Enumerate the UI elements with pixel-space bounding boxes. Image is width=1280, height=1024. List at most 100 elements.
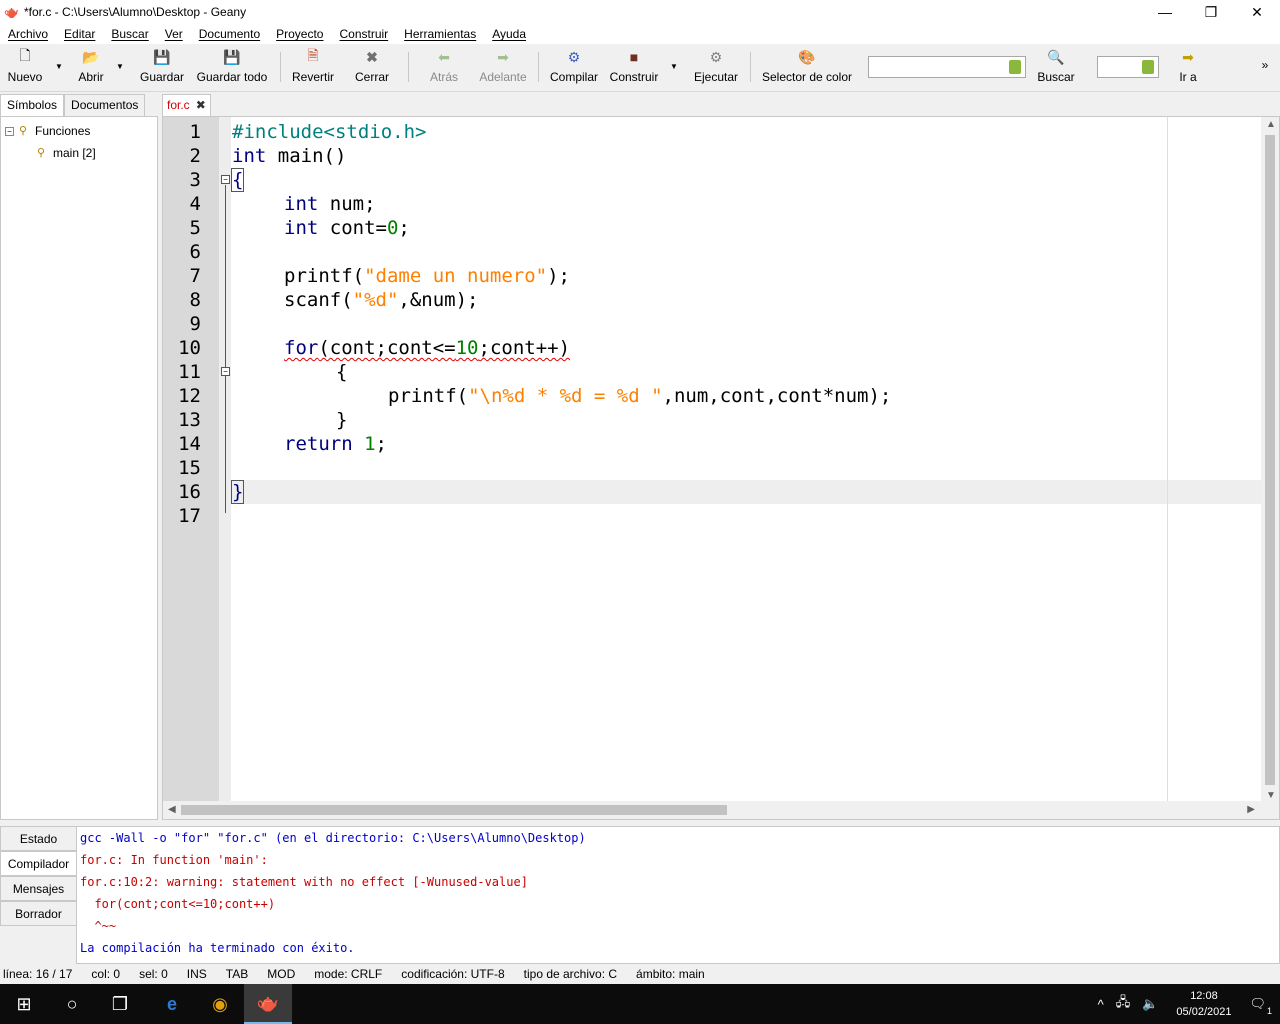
code-line: printf("\n%d * %d = %d ",num,cont,cont*n… <box>388 384 891 408</box>
minimize-button[interactable]: — <box>1142 0 1188 24</box>
build-button[interactable]: ■ Construir <box>606 48 662 88</box>
save-icon: 💾 <box>153 48 171 65</box>
revert-icon: 🗎 <box>307 47 319 63</box>
open-dropdown-arrow-icon[interactable]: ▼ <box>116 62 124 71</box>
tree-group-funciones[interactable]: − ⚲ Funciones <box>5 121 90 141</box>
tab-simbolos[interactable]: Símbolos <box>0 94 65 116</box>
code-editor[interactable]: 1 2 3 4 5 6 7 8 9 10 11 12 13 14 15 16 1… <box>162 116 1280 820</box>
menu-documento[interactable]: Documento <box>191 27 268 41</box>
geany-taskbar-icon[interactable]: 🫖 <box>244 984 292 1024</box>
clear-goto-icon[interactable] <box>1142 60 1154 74</box>
scroll-down-icon[interactable]: ▼ <box>1266 790 1276 801</box>
arrow-right-icon: ➡ <box>497 48 509 65</box>
build-dropdown-arrow-icon[interactable]: ▼ <box>670 62 678 71</box>
goto-button[interactable]: ➡ Ir a <box>1172 48 1204 88</box>
tab-mensajes[interactable]: Mensajes <box>0 876 76 901</box>
open-button[interactable]: 📂 Abrir <box>74 48 108 88</box>
forward-button[interactable]: ➡ Adelante <box>476 48 530 88</box>
back-button[interactable]: ⬅ Atrás <box>424 48 464 88</box>
horizontal-scroll-thumb[interactable] <box>181 805 727 815</box>
fold-margin: − − <box>219 117 231 803</box>
compiler-output-line[interactable]: for(cont;cont<=10;cont++) <box>80 893 275 915</box>
line-number: 12 <box>178 385 201 407</box>
code-line: int cont=0; <box>284 216 410 240</box>
menu-proyecto[interactable]: Proyecto <box>268 27 331 41</box>
line-number: 8 <box>189 289 201 311</box>
volume-icon[interactable]: 🔈 <box>1142 996 1158 1012</box>
save-button[interactable]: 💾 Guardar <box>138 48 186 88</box>
compiler-output-line[interactable]: ^~~ <box>80 915 116 937</box>
menu-herramientas[interactable]: Herramientas <box>396 27 484 41</box>
maximize-button[interactable]: ❐ <box>1188 0 1234 24</box>
search-circle-icon[interactable]: ○ <box>48 984 96 1024</box>
menu-ver[interactable]: Ver <box>157 27 191 41</box>
document-tab[interactable]: for.c ✖ <box>162 94 211 116</box>
vertical-scroll-thumb[interactable] <box>1265 135 1275 785</box>
menu-construir[interactable]: Construir <box>331 27 396 41</box>
fold-toggle-icon[interactable]: − <box>221 175 230 184</box>
open-label: Abrir <box>78 70 104 84</box>
build-brick-icon: ■ <box>629 49 639 65</box>
compiler-output-line[interactable]: gcc -Wall -o "for" "for.c" (en el direct… <box>80 827 586 849</box>
edge-browser-icon[interactable]: e <box>148 984 196 1024</box>
color-picker-button[interactable]: 🎨 Selector de color <box>760 48 854 88</box>
code-line: } <box>336 408 347 432</box>
close-window-button[interactable]: ✕ <box>1234 0 1280 24</box>
compiler-output-panel[interactable]: gcc -Wall -o "for" "for.c" (en el direct… <box>76 826 1280 964</box>
code-line: return 1; <box>284 432 387 456</box>
search-input[interactable] <box>868 56 1026 78</box>
revert-button[interactable]: 🗎 Revertir <box>290 47 336 88</box>
code-area[interactable]: #include<stdio.h> int main() { int num; … <box>230 117 1261 803</box>
tree-item-main[interactable]: ⚲ main [2] <box>37 143 96 163</box>
code-token: printf( <box>284 265 365 287</box>
tree-group-label: Funciones <box>35 124 91 138</box>
save-label: Guardar <box>139 70 185 84</box>
tab-estado[interactable]: Estado <box>0 826 76 851</box>
menu-buscar[interactable]: Buscar <box>103 27 156 41</box>
editor-vertical-scrollbar[interactable]: ▲ ▼ <box>1261 117 1279 803</box>
toolbar-separator <box>408 52 409 82</box>
toolbar: 🗋 Nuevo ▼ 📂 Abrir ▼ 💾 Guardar 💾 Guardar … <box>0 44 1280 92</box>
scroll-right-icon[interactable]: ▶ <box>1247 804 1255 815</box>
network-icon[interactable]: 🖧 <box>1116 993 1131 1015</box>
code-token: cont= <box>318 217 387 239</box>
status-filetype: tipo de archivo: C <box>523 967 618 981</box>
keyword-token: int <box>284 193 319 215</box>
notifications-icon[interactable]: 🗨 1 <box>1249 996 1272 1016</box>
tab-borrador[interactable]: Borrador <box>0 901 76 926</box>
compiler-output-line[interactable]: for.c:10:2: warning: statement with no e… <box>80 871 528 893</box>
scroll-up-icon[interactable]: ▲ <box>1266 119 1276 130</box>
execute-button[interactable]: ⚙ Ejecutar <box>692 48 740 88</box>
chrome-browser-icon[interactable]: ◉ <box>196 984 244 1024</box>
status-bar: línea: 16 / 17 col: 0 sel: 0 INS TAB MOD… <box>0 964 1280 984</box>
clear-search-icon[interactable] <box>1009 60 1021 74</box>
menu-editar[interactable]: Editar <box>56 27 103 41</box>
clock[interactable]: 12:08 05/02/2021 <box>1176 988 1231 1020</box>
tree-collapse-icon[interactable]: − <box>5 126 14 136</box>
function-group-icon: ⚲ <box>19 125 28 137</box>
compiler-output-line[interactable]: for.c: In function 'main': <box>80 849 268 871</box>
code-line: int main() <box>232 144 346 168</box>
keyword-token: for <box>284 337 319 359</box>
code-token: ;cont++) <box>478 337 571 359</box>
new-dropdown-arrow-icon[interactable]: ▼ <box>55 62 63 71</box>
search-button[interactable]: 🔍 Buscar <box>1034 48 1078 88</box>
scroll-left-icon[interactable]: ◀ <box>168 804 176 815</box>
menu-archivo[interactable]: Archivo <box>0 27 56 41</box>
new-button[interactable]: 🗋 Nuevo <box>6 47 44 88</box>
tab-documentos[interactable]: Documentos <box>64 94 146 116</box>
compile-button[interactable]: ⚙ Compilar <box>546 48 602 88</box>
save-all-button[interactable]: 💾 Guardar todo <box>196 48 268 88</box>
tray-chevron-icon[interactable]: ^ <box>1098 997 1104 1012</box>
task-view-icon[interactable]: ❐ <box>96 984 144 1024</box>
close-file-button[interactable]: ✖ Cerrar <box>352 48 392 88</box>
close-tab-icon[interactable]: ✖ <box>196 98 206 112</box>
toolbar-overflow-button[interactable]: » <box>1258 58 1272 98</box>
goto-line-input[interactable] <box>1097 56 1159 78</box>
editor-horizontal-scrollbar[interactable]: ◀ ▶ <box>163 801 1279 819</box>
compiler-output-line[interactable]: La compilación ha terminado con éxito. <box>80 937 355 959</box>
fold-toggle-icon[interactable]: − <box>221 367 230 376</box>
windows-start-icon[interactable]: ⊞ <box>0 984 48 1024</box>
tab-compilador[interactable]: Compilador <box>0 851 76 876</box>
menu-ayuda[interactable]: Ayuda <box>484 27 534 41</box>
